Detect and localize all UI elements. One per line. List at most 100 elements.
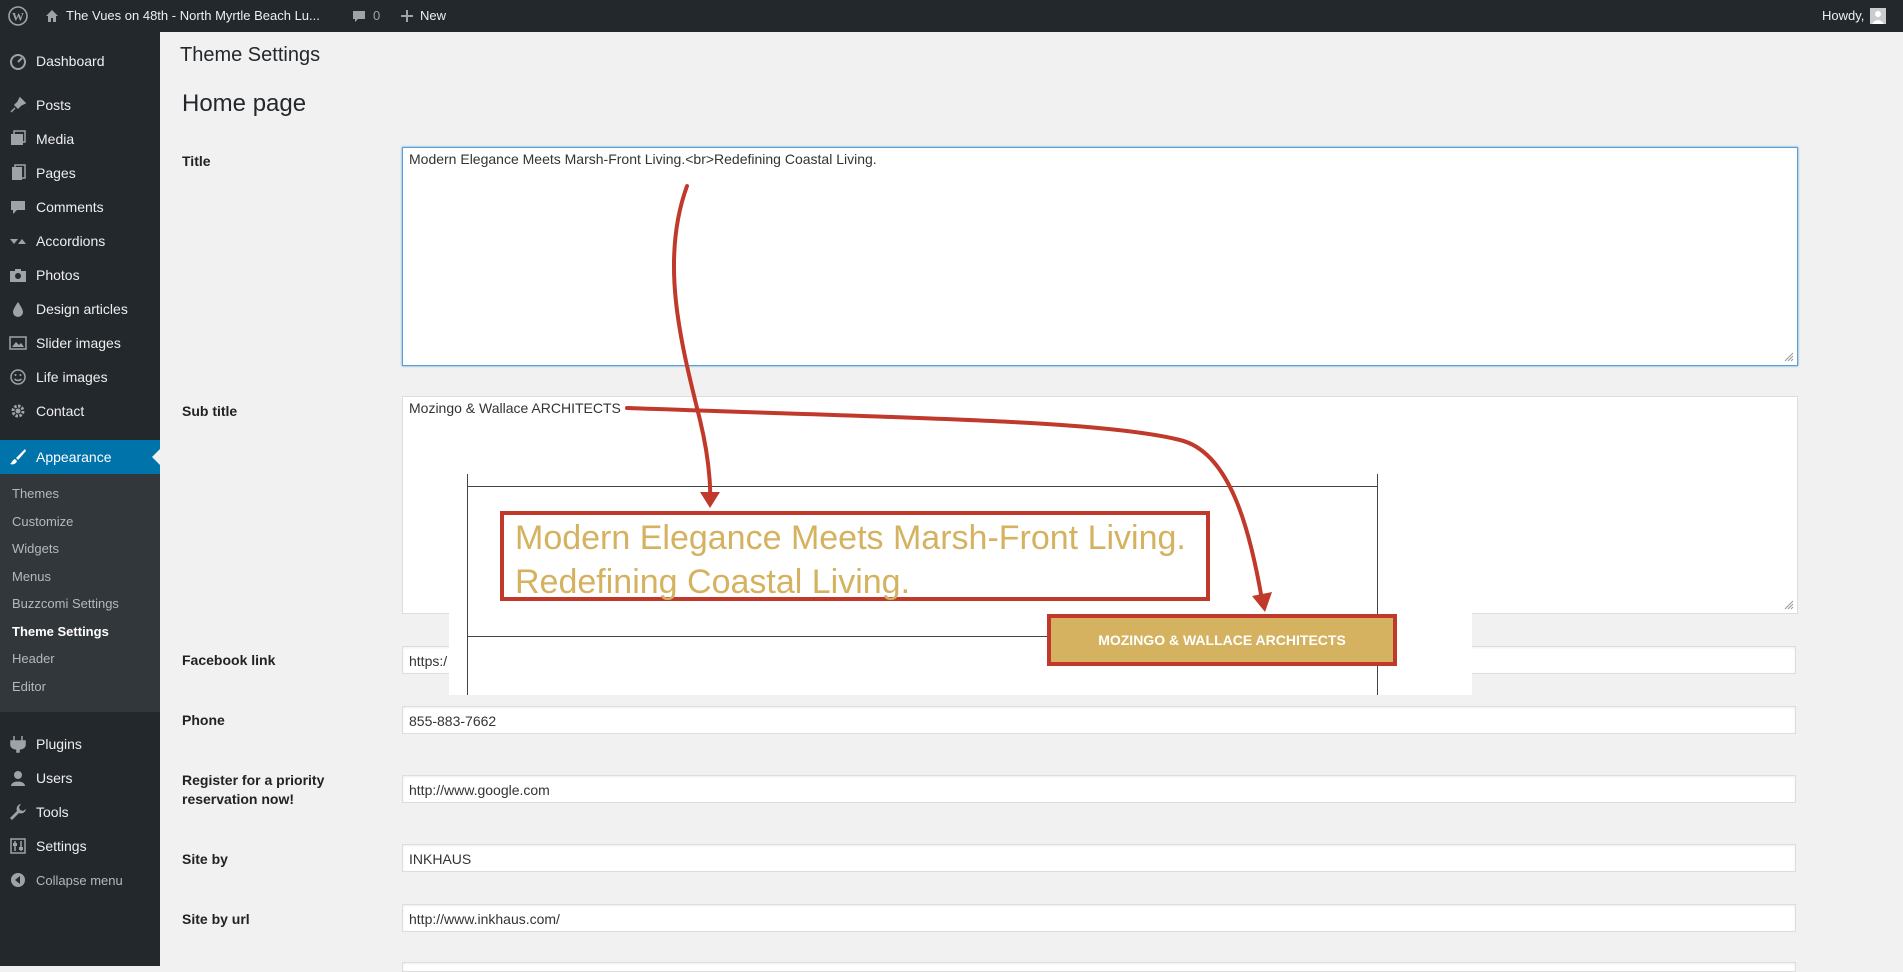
resize-grip-icon[interactable] (1784, 600, 1794, 610)
home-icon (44, 8, 60, 24)
dashboard-icon (8, 51, 28, 71)
sidebar-item-label: Settings (36, 838, 87, 854)
plus-icon (400, 9, 414, 23)
sidebar-item-label: Accordions (36, 233, 106, 249)
wordpress-logo-icon[interactable]: W (8, 0, 28, 32)
site-name: The Vues on 48th - North Myrtle Beach Lu… (66, 8, 320, 23)
title-textarea[interactable]: Modern Elegance Meets Marsh-Front Living… (402, 147, 1798, 366)
submenu-item-editor[interactable]: Editor (12, 679, 46, 694)
collapse-arrow-icon (8, 870, 28, 890)
preview-title-line-2: Redefining Coastal Living. (515, 563, 911, 601)
comment-bubble-icon (351, 8, 367, 24)
sidebar-item-comments[interactable]: Comments (0, 190, 160, 224)
comment-icon (8, 197, 28, 217)
comments-count: 0 (373, 8, 381, 23)
sidebar-item-label: Photos (36, 267, 80, 283)
preview-divider-rule (467, 636, 1047, 637)
plugin-icon (8, 734, 28, 754)
settings-icon (8, 836, 28, 856)
sidebar-item-label: Users (36, 770, 73, 786)
sidebar-item-label: Slider images (36, 335, 121, 351)
sidebar-item-dashboard[interactable]: Dashboard (0, 44, 160, 78)
sidebar-item-label: Design articles (36, 301, 128, 317)
preview-top-rule (467, 486, 1378, 487)
site-name-link[interactable]: The Vues on 48th - North Myrtle Beach Lu… (44, 0, 320, 32)
preview-button-label: MOZINGO & WALLACE ARCHITECTS (1098, 632, 1346, 648)
register-input[interactable]: http://www.google.com (402, 775, 1796, 803)
wrench-icon (8, 802, 28, 822)
submenu-item-widgets[interactable]: Widgets (12, 541, 59, 556)
current-menu-arrow (152, 449, 160, 465)
siteby-input[interactable]: INKHAUS (402, 844, 1796, 872)
collapse-menu-button[interactable]: Collapse menu (0, 863, 160, 897)
siteby-url-label: Site by url (182, 911, 250, 927)
avatar (1870, 8, 1887, 24)
paintbrush-icon (8, 447, 28, 467)
submenu-item-header[interactable]: Header (12, 651, 55, 666)
title-textarea-value: Modern Elegance Meets Marsh-Front Living… (409, 151, 877, 167)
image-icon (8, 333, 28, 353)
sidebar-item-settings[interactable]: Settings (0, 829, 160, 863)
siteby-url-input[interactable]: http://www.inkhaus.com/ (402, 904, 1796, 932)
sidebar-item-label: Appearance (36, 449, 112, 465)
submenu-item-menus[interactable]: Menus (12, 569, 51, 584)
submenu-item-themes[interactable]: Themes (12, 486, 59, 501)
frontend-preview-overlay: Modern Elegance Meets Marsh-Front Living… (449, 474, 1472, 695)
sidebar-item-label: Comments (36, 199, 104, 215)
siteby-label: Site by (182, 851, 228, 867)
sidebar-item-label: Plugins (36, 736, 82, 752)
sidebar-item-design-articles[interactable]: Design articles (0, 292, 160, 326)
admin-bar: W The Vues on 48th - North Myrtle Beach … (0, 0, 1903, 32)
submenu-item-buzzcomi-settings[interactable]: Buzzcomi Settings (12, 596, 119, 611)
preview-left-rule (467, 474, 468, 695)
preview-architects-button: MOZINGO & WALLACE ARCHITECTS (1047, 614, 1397, 666)
subtitle-textarea-value: Mozingo & Wallace ARCHITECTS (409, 400, 621, 416)
section-title: Home page (182, 90, 307, 117)
drop-icon (8, 299, 28, 319)
new-label: New (420, 8, 447, 23)
page-title: Theme Settings (180, 44, 321, 66)
resize-grip-icon[interactable] (1784, 352, 1794, 362)
next-input-partial[interactable] (402, 962, 1796, 972)
sidebar-item-label: Posts (36, 97, 72, 113)
sidebar-item-posts[interactable]: Posts (0, 88, 160, 122)
sidebar-item-tools[interactable]: Tools (0, 795, 160, 829)
account-menu[interactable]: Howdy, (1822, 0, 1887, 32)
collapse-menu-label: Collapse menu (36, 872, 123, 888)
svg-text:W: W (12, 10, 24, 24)
subtitle-label: Sub title (182, 403, 238, 419)
appearance-submenu: Themes Customize Widgets Menus Buzzcomi … (0, 474, 160, 712)
pin-icon (8, 95, 28, 115)
sidebar-item-contact[interactable]: Contact (0, 394, 160, 428)
media-icon (8, 129, 28, 149)
submenu-item-customize[interactable]: Customize (12, 514, 73, 529)
sidebar-item-accordions[interactable]: Accordions (0, 224, 160, 258)
sidebar-item-users[interactable]: Users (0, 761, 160, 795)
new-content-link[interactable]: New (400, 0, 446, 32)
register-label: Register for a priority reservation now! (182, 772, 325, 807)
sidebar-item-slider-images[interactable]: Slider images (0, 326, 160, 360)
sidebar-item-photos[interactable]: Photos (0, 258, 160, 292)
pages-icon (8, 163, 28, 183)
sidebar-item-label: Contact (36, 403, 85, 419)
sidebar-item-label: Life images (36, 369, 108, 385)
sidebar-item-pages[interactable]: Pages (0, 156, 160, 190)
accordion-icon (8, 231, 28, 251)
sidebar-item-life-images[interactable]: Life images (0, 360, 160, 394)
smiley-icon (8, 367, 28, 387)
sidebar-item-appearance[interactable]: Appearance (0, 440, 160, 474)
sidebar-item-plugins[interactable]: Plugins (0, 727, 160, 761)
comments-link[interactable]: 0 (351, 0, 380, 32)
sidebar-item-label: Pages (36, 165, 76, 181)
facebook-label: Facebook link (182, 652, 276, 668)
sidebar-item-label: Tools (36, 804, 69, 820)
sidebar-item-media[interactable]: Media (0, 122, 160, 156)
user-icon (8, 768, 28, 788)
camera-icon (8, 265, 28, 285)
phone-input[interactable]: 855-883-7662 (402, 706, 1796, 734)
submenu-item-theme-settings[interactable]: Theme Settings (12, 624, 109, 639)
admin-sidebar: Dashboard Posts Media Pages Comments Acc… (0, 32, 160, 966)
sidebar-item-label: Dashboard (36, 53, 105, 69)
sidebar-item-label: Media (36, 131, 75, 147)
title-label: Title (182, 153, 211, 169)
